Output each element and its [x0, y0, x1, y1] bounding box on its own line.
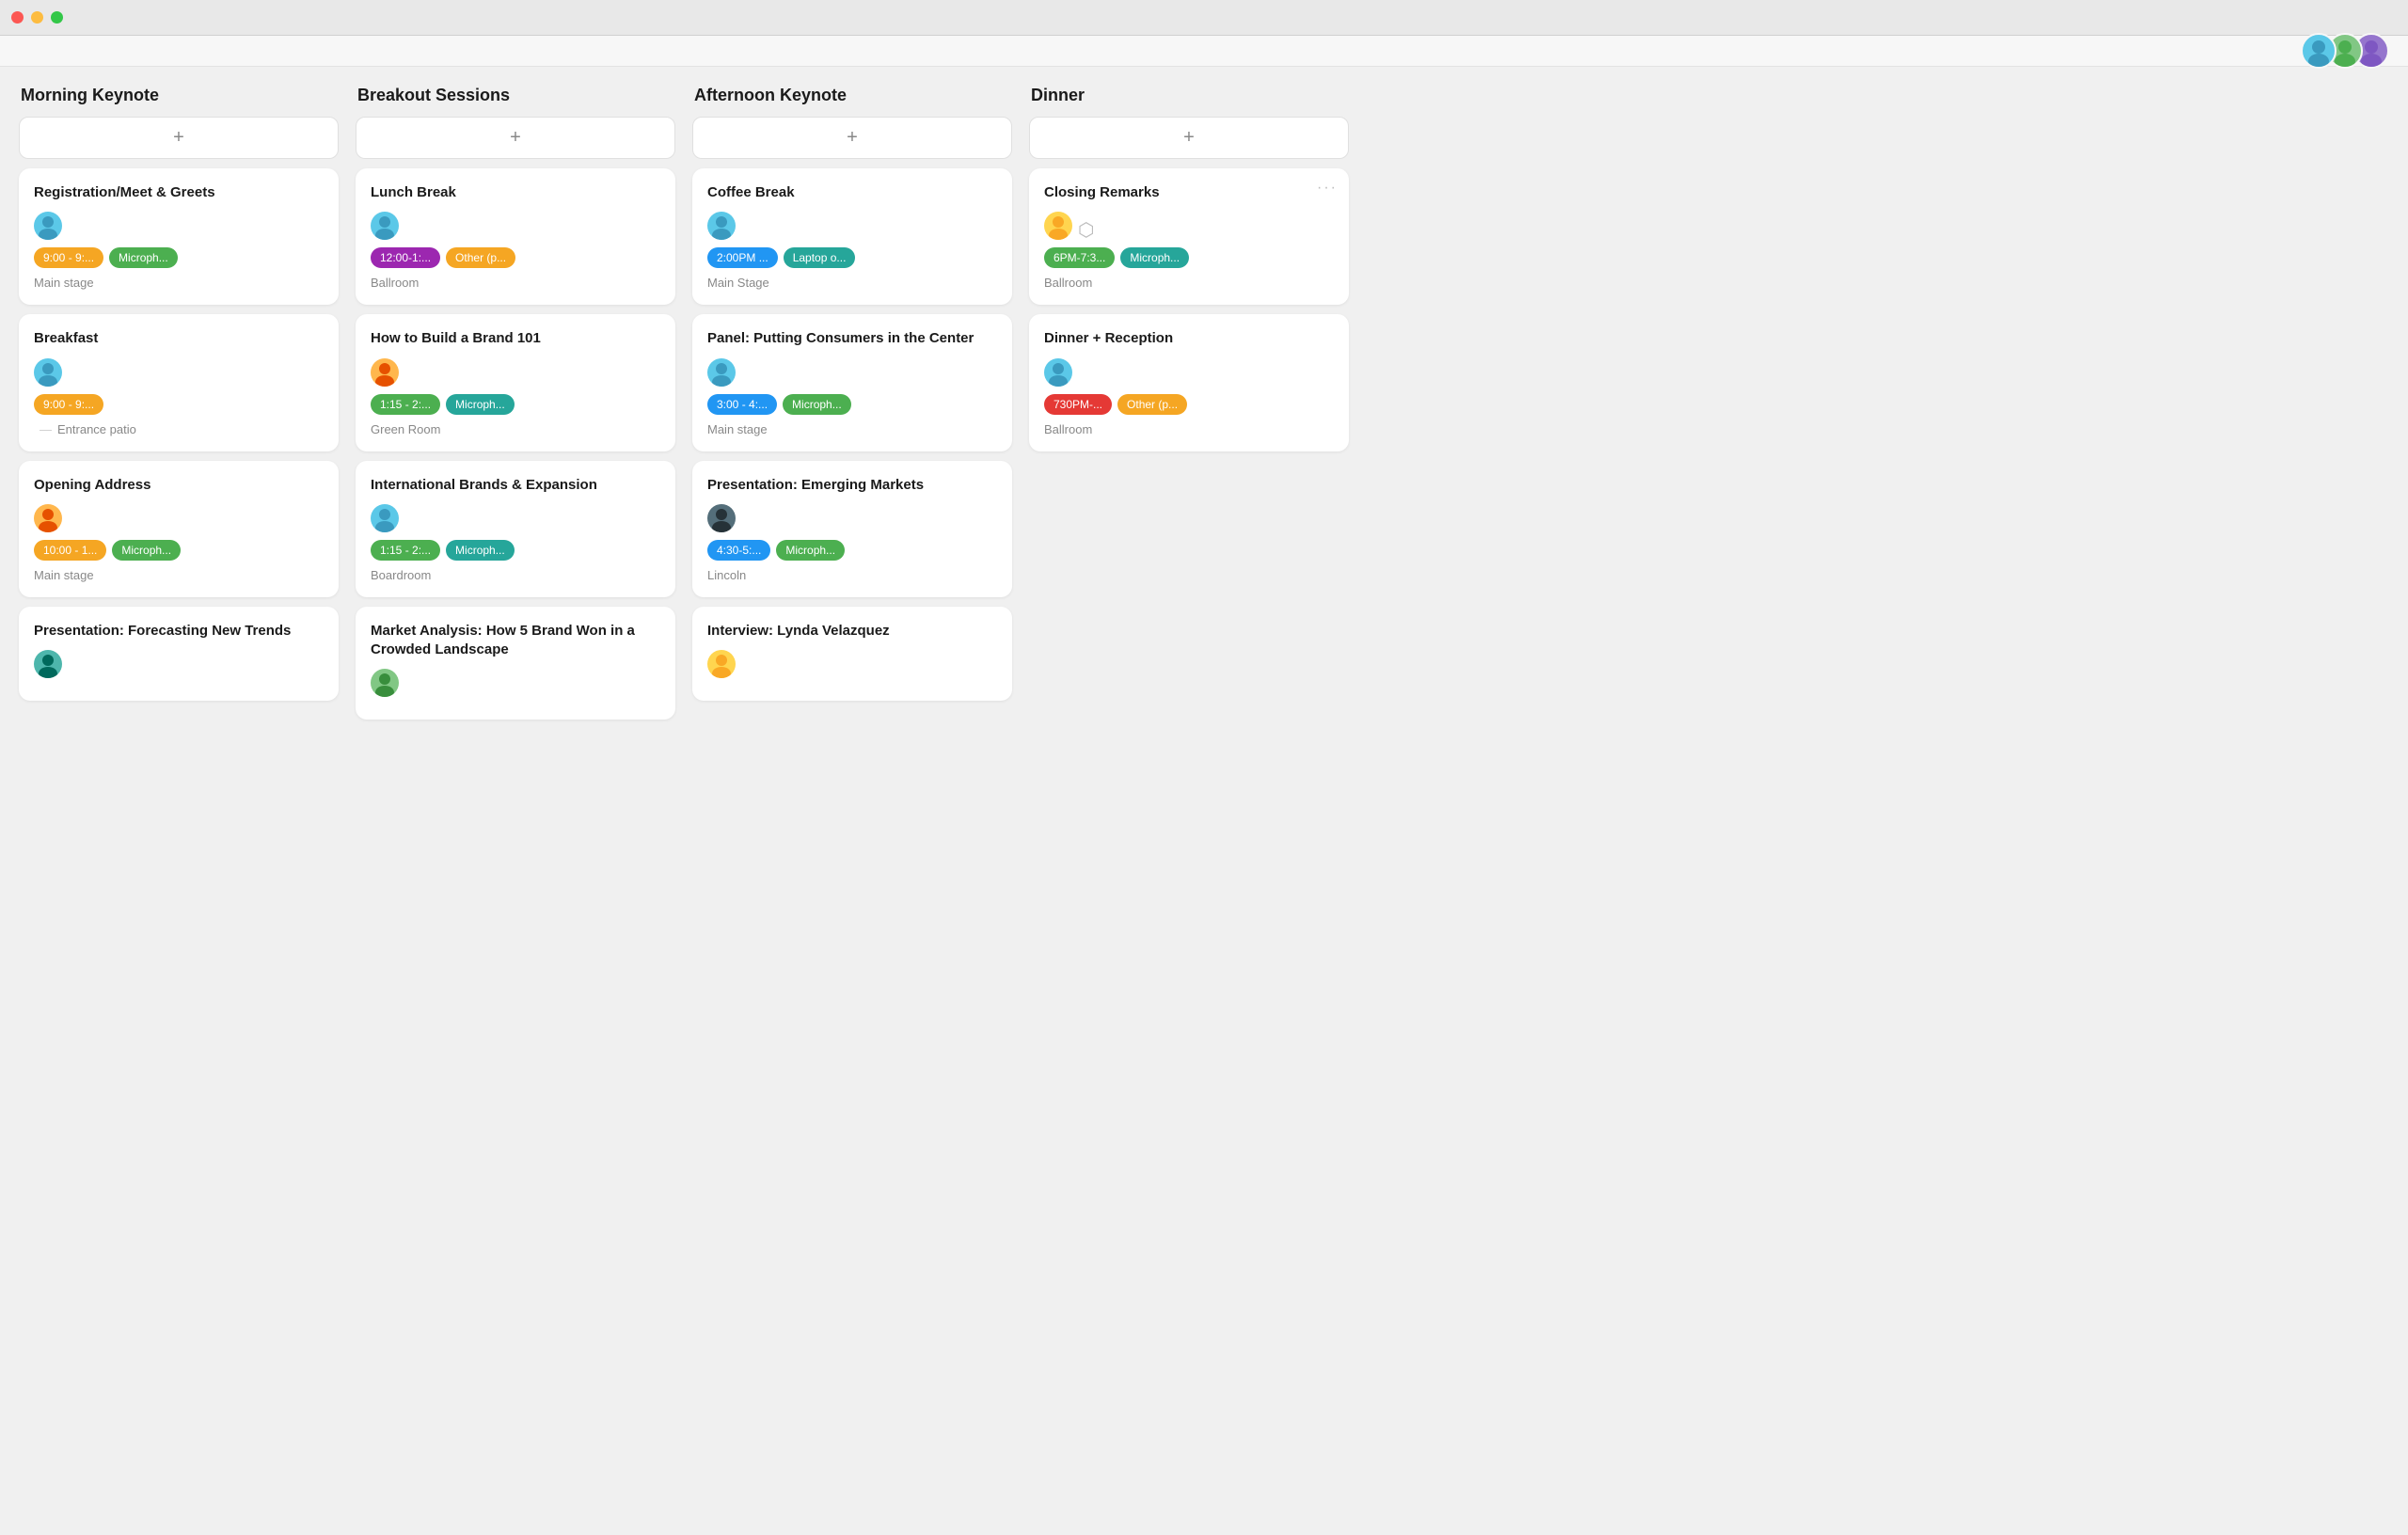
tag: 10:00 - 1... [34, 540, 106, 561]
tag: Microph... [1120, 247, 1189, 268]
tag: Microph... [446, 540, 515, 561]
card-location: Green Room [371, 422, 660, 436]
tag: Microph... [783, 394, 851, 415]
card-title: Interview: Lynda Velazquez [707, 622, 997, 641]
column-header-morning-keynote: Morning Keynote [19, 86, 339, 105]
titlebar-dot-yellow [31, 11, 43, 24]
card-location: Ballroom [371, 276, 660, 290]
card-title: Lunch Break [371, 183, 660, 202]
card-title: Panel: Putting Consumers in the Center [707, 329, 997, 348]
card-card-1[interactable]: Registration/Meet & Greets 9:00 - 9:... M… [19, 168, 339, 305]
card-title: Closing Remarks [1044, 183, 1334, 202]
card-tags: 1:15 - 2:... Microph... [371, 540, 660, 561]
titlebar-dot-green [51, 11, 63, 24]
card-card-8[interactable]: Market Analysis: How 5 Brand Won in a Cr… [356, 607, 675, 720]
card-title: Breakfast [34, 329, 324, 348]
add-card-btn-afternoon-keynote[interactable]: + [692, 117, 1012, 159]
card-location: Main stage [707, 422, 997, 436]
tag: 1:15 - 2:... [371, 394, 440, 415]
card-card-5[interactable]: Lunch Break 12:00-1:... Other (p... Ballr… [356, 168, 675, 305]
card-card-13[interactable]: ··· Closing Remarks ⬡ 6PM-7:3...Microph.… [1029, 168, 1349, 305]
card-tags: 9:00 - 9:... [34, 394, 324, 415]
tag: Microph... [112, 540, 181, 561]
card-card-3[interactable]: Opening Address 10:00 - 1... Microph... M… [19, 461, 339, 597]
settings-icon: ⬡ [1078, 218, 1094, 242]
tag: Microph... [776, 540, 845, 561]
card-title: Presentation: Forecasting New Trends [34, 622, 324, 641]
tag: 1:15 - 2:... [371, 540, 440, 561]
column-breakout-sessions: Breakout Sessions + Lunch Break 12:00-1:… [356, 86, 675, 729]
card-title: Presentation: Emerging Markets [707, 476, 997, 495]
tag: Other (p... [446, 247, 515, 268]
tag: 2:00PM ... [707, 247, 778, 268]
card-title: Registration/Meet & Greets [34, 183, 324, 202]
add-card-btn-morning-keynote[interactable]: + [19, 117, 339, 159]
card-location: Boardroom [371, 568, 660, 582]
card-card-10[interactable]: Panel: Putting Consumers in the Center 3… [692, 314, 1012, 451]
card-card-2[interactable]: Breakfast 9:00 - 9:... —Entrance patio [19, 314, 339, 451]
tag: 6PM-7:3... [1044, 247, 1115, 268]
tag: Microph... [109, 247, 178, 268]
card-title: Dinner + Reception [1044, 329, 1334, 348]
card-card-4[interactable]: Presentation: Forecasting New Trends [19, 607, 339, 701]
tag: Laptop o... [784, 247, 856, 268]
card-location: Lincoln [707, 568, 997, 582]
card-tags: 2:00PM ... Laptop o... [707, 247, 997, 268]
card-title: Coffee Break [707, 183, 997, 202]
card-location: —Entrance patio [34, 422, 324, 436]
column-header-afternoon-keynote: Afternoon Keynote [692, 86, 1012, 105]
card-tags: 10:00 - 1... Microph... [34, 540, 324, 561]
card-location: Main stage [34, 568, 324, 582]
add-card-btn-breakout-sessions[interactable]: + [356, 117, 675, 159]
card-card-12[interactable]: Interview: Lynda Velazquez [692, 607, 1012, 701]
tag: 730PM-... [1044, 394, 1112, 415]
tag: 9:00 - 9:... [34, 247, 103, 268]
column-header-breakout-sessions: Breakout Sessions [356, 86, 675, 105]
card-title: How to Build a Brand 101 [371, 329, 660, 348]
card-card-9[interactable]: Coffee Break 2:00PM ... Laptop o... Main … [692, 168, 1012, 305]
card-tags: 12:00-1:... Other (p... [371, 247, 660, 268]
add-card-btn-dinner[interactable]: + [1029, 117, 1349, 159]
column-header-dinner: Dinner [1029, 86, 1349, 105]
column-dinner: Dinner + ··· Closing Remarks ⬡ 6PM-7:3..… [1029, 86, 1349, 729]
titlebar [0, 0, 2408, 36]
card-card-11[interactable]: Presentation: Emerging Markets 4:30-5:..… [692, 461, 1012, 597]
card-location: Main stage [34, 276, 324, 290]
tag: Other (p... [1117, 394, 1187, 415]
card-tags: 730PM-...Other (p... [1044, 394, 1334, 415]
board: Morning Keynote + Registration/Meet & Gr… [19, 86, 2389, 729]
main-header [0, 36, 2408, 67]
card-title: International Brands & Expansion [371, 476, 660, 495]
card-tags: 9:00 - 9:... Microph... [34, 247, 324, 268]
titlebar-dot-red [11, 11, 24, 24]
card-card-14[interactable]: Dinner + Reception 730PM-...Other (p... … [1029, 314, 1349, 451]
card-tags: 1:15 - 2:... Microph... [371, 394, 660, 415]
tag: 3:00 - 4:... [707, 394, 777, 415]
card-card-7[interactable]: International Brands & Expansion 1:15 - … [356, 461, 675, 597]
tag: 4:30-5:... [707, 540, 770, 561]
card-menu-dots[interactable]: ··· [1317, 180, 1338, 197]
tag: 9:00 - 9:... [34, 394, 103, 415]
card-location: Ballroom [1044, 276, 1334, 290]
card-tags: 3:00 - 4:... Microph... [707, 394, 997, 415]
column-afternoon-keynote: Afternoon Keynote + Coffee Break 2:00PM … [692, 86, 1012, 729]
tag: 12:00-1:... [371, 247, 440, 268]
card-title: Opening Address [34, 476, 324, 495]
avatars-group [2301, 33, 2389, 69]
card-tags: 6PM-7:3...Microph... [1044, 247, 1334, 268]
card-card-6[interactable]: How to Build a Brand 101 1:15 - 2:... Mic… [356, 314, 675, 451]
card-tags: 4:30-5:... Microph... [707, 540, 997, 561]
card-location: Main Stage [707, 276, 997, 290]
column-morning-keynote: Morning Keynote + Registration/Meet & Gr… [19, 86, 339, 729]
board-container: Morning Keynote + Registration/Meet & Gr… [0, 67, 2408, 748]
avatar-1 [2301, 33, 2337, 69]
card-title: Market Analysis: How 5 Brand Won in a Cr… [371, 622, 660, 660]
card-location: Ballroom [1044, 422, 1334, 436]
tag: Microph... [446, 394, 515, 415]
